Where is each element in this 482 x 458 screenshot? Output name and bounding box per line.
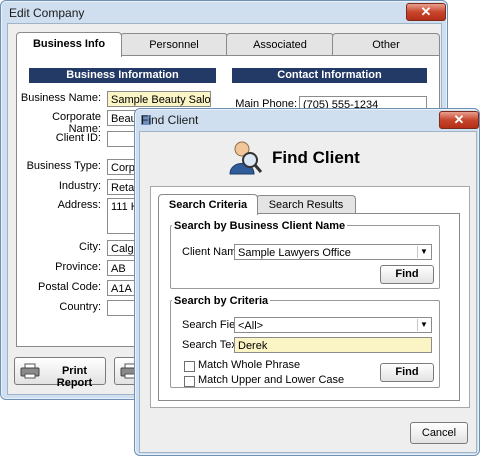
find-client-client-area: Find Client Search Criteria Search Resul… — [139, 131, 477, 453]
contact-information-header: Contact Information — [232, 68, 427, 83]
print-report-label: Print Report — [56, 365, 93, 389]
tab-search-criteria[interactable]: Search Criteria — [158, 194, 258, 215]
match-case-label: Match Upper and Lower Case — [198, 374, 345, 386]
search-field-dropdown[interactable]: <All> ▼ — [234, 317, 432, 333]
business-type-label: Business Type: — [26, 160, 101, 172]
find-client-heading: Find Client — [272, 148, 360, 167]
find-by-name-button[interactable]: Find — [380, 265, 434, 284]
edit-company-close-button[interactable]: ✕ — [406, 3, 446, 21]
client-name-dropdown[interactable]: Sample Lawyers Office ▼ — [234, 244, 432, 260]
tab-other[interactable]: Other — [332, 33, 440, 56]
client-name-group-title: Search by Business Client Name — [172, 220, 348, 232]
postal-code-label: Postal Code: — [38, 281, 101, 293]
find-by-criteria-button[interactable]: Find — [380, 363, 434, 382]
province-label: Province: — [55, 261, 101, 273]
industry-label: Industry: — [58, 180, 101, 192]
match-whole-phrase-label: Match Whole Phrase — [198, 359, 301, 371]
tab-search-results[interactable]: Search Results — [256, 195, 356, 214]
search-text-input[interactable]: Derek — [234, 337, 432, 353]
tab-associated-professionals[interactable]: Associated Professionals — [226, 33, 334, 73]
criteria-group-title: Search by Criteria — [172, 295, 271, 307]
client-id-label: Client ID: — [55, 132, 101, 144]
search-field-value: <All> — [238, 320, 264, 332]
business-name-field[interactable]: Sample Beauty Salon — [107, 91, 211, 107]
city-label: City: — [79, 241, 101, 253]
business-information-header: Business Information — [29, 68, 216, 83]
find-client-close-button[interactable]: ✕ — [439, 111, 479, 129]
chevron-down-icon[interactable]: ▼ — [417, 246, 430, 258]
business-name-label: Business Name: — [20, 92, 101, 104]
tab-personnel[interactable]: Personnel — [120, 33, 228, 56]
edit-company-title: Edit Company — [9, 6, 85, 20]
find-client-title: Find Client — [141, 113, 199, 127]
find-client-window: Find Client ✕ Find Client Search Criteri… — [134, 108, 480, 456]
chevron-down-icon[interactable]: ▼ — [417, 319, 430, 331]
tab-business-info[interactable]: Business Info — [16, 32, 122, 57]
match-whole-phrase-checkbox[interactable] — [184, 361, 195, 372]
print-report-button[interactable]: Print Report — [14, 357, 106, 389]
client-name-value: Sample Lawyers Office — [238, 247, 351, 259]
printer-icon — [20, 363, 40, 379]
cancel-button[interactable]: Cancel — [410, 422, 468, 444]
country-label: Country: — [59, 301, 101, 313]
match-case-checkbox[interactable] — [184, 376, 195, 387]
address-label: Address: — [57, 199, 101, 211]
person-search-icon — [228, 140, 263, 176]
